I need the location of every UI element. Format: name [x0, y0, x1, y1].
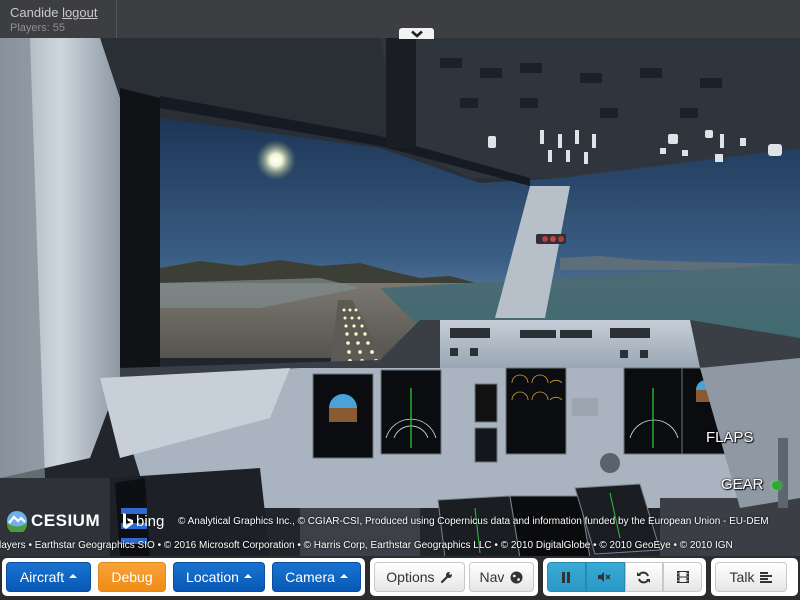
record-button[interactable] — [663, 562, 702, 592]
camera-label: Camera — [285, 569, 335, 585]
players-count: Players: 55 — [10, 22, 66, 34]
sim-control-group — [543, 558, 706, 596]
app-window: Candide logout Players: 55 FLAPS GEAR CE… — [0, 0, 800, 600]
bottom-toolbar: Aircraft Debug Location Camera Options N… — [0, 556, 800, 600]
options-label: Options — [386, 569, 435, 585]
cesium-logo[interactable]: CESIUM — [6, 510, 100, 532]
bing-icon — [123, 513, 133, 529]
wrench-icon — [440, 571, 453, 583]
talk-button[interactable]: Talk — [715, 562, 787, 592]
gear-status-light — [772, 481, 781, 490]
credit-text-line-1: © Analytical Graphics Inc., © CGIAR-CSI,… — [178, 516, 769, 527]
film-icon — [676, 571, 689, 583]
globe-icon — [510, 571, 523, 584]
camera-button[interactable]: Camera — [272, 562, 361, 592]
flight-view-canvas[interactable]: FLAPS GEAR — [0, 38, 800, 558]
mute-icon — [598, 572, 611, 582]
location-label: Location — [186, 569, 239, 585]
options-button[interactable]: Options — [374, 562, 465, 592]
cesium-icon — [7, 511, 27, 532]
caret-up-icon — [243, 574, 252, 578]
bing-label: bing — [136, 512, 165, 530]
aircraft-button[interactable]: Aircraft — [6, 562, 91, 592]
pause-icon — [562, 571, 571, 583]
nav-button[interactable]: Nav — [468, 562, 534, 592]
user-line: Candide logout — [10, 5, 116, 20]
aircraft-label: Aircraft — [19, 569, 65, 585]
caret-up-icon — [339, 574, 348, 578]
align-left-icon — [760, 571, 773, 583]
mute-button[interactable] — [585, 562, 625, 592]
pause-button[interactable] — [547, 562, 586, 592]
chevron-down-icon — [410, 30, 423, 38]
flaps-indicator: FLAPS — [706, 429, 754, 446]
collapse-toggle-button[interactable] — [399, 28, 434, 39]
menu-button-group: Aircraft Debug Location Camera — [2, 558, 365, 596]
reset-button[interactable] — [624, 562, 664, 592]
debug-label: Debug — [111, 569, 153, 585]
username: Candide — [10, 5, 59, 20]
cesium-label: CESIUM — [31, 511, 101, 530]
credit-text-line-2: layers • Earthstar Geographics SIO • © 2… — [0, 540, 733, 551]
debug-button[interactable]: Debug — [98, 562, 166, 592]
caret-up-icon — [69, 574, 78, 578]
nav-label: Nav — [479, 569, 505, 585]
cockpit-scene — [0, 38, 800, 558]
user-panel: Candide logout Players: 55 — [0, 0, 117, 38]
bing-logo[interactable]: bing — [122, 512, 164, 530]
talk-label: Talk — [729, 569, 755, 585]
logout-link[interactable]: logout — [62, 5, 97, 20]
map-credits: CESIUM bing © Analytical Graphics Inc., … — [0, 508, 800, 556]
location-button[interactable]: Location — [173, 562, 265, 592]
refresh-icon — [637, 571, 651, 583]
talk-button-group: Talk — [711, 558, 798, 596]
gear-indicator: GEAR — [721, 476, 764, 493]
options-button-group: Options Nav — [370, 558, 538, 596]
